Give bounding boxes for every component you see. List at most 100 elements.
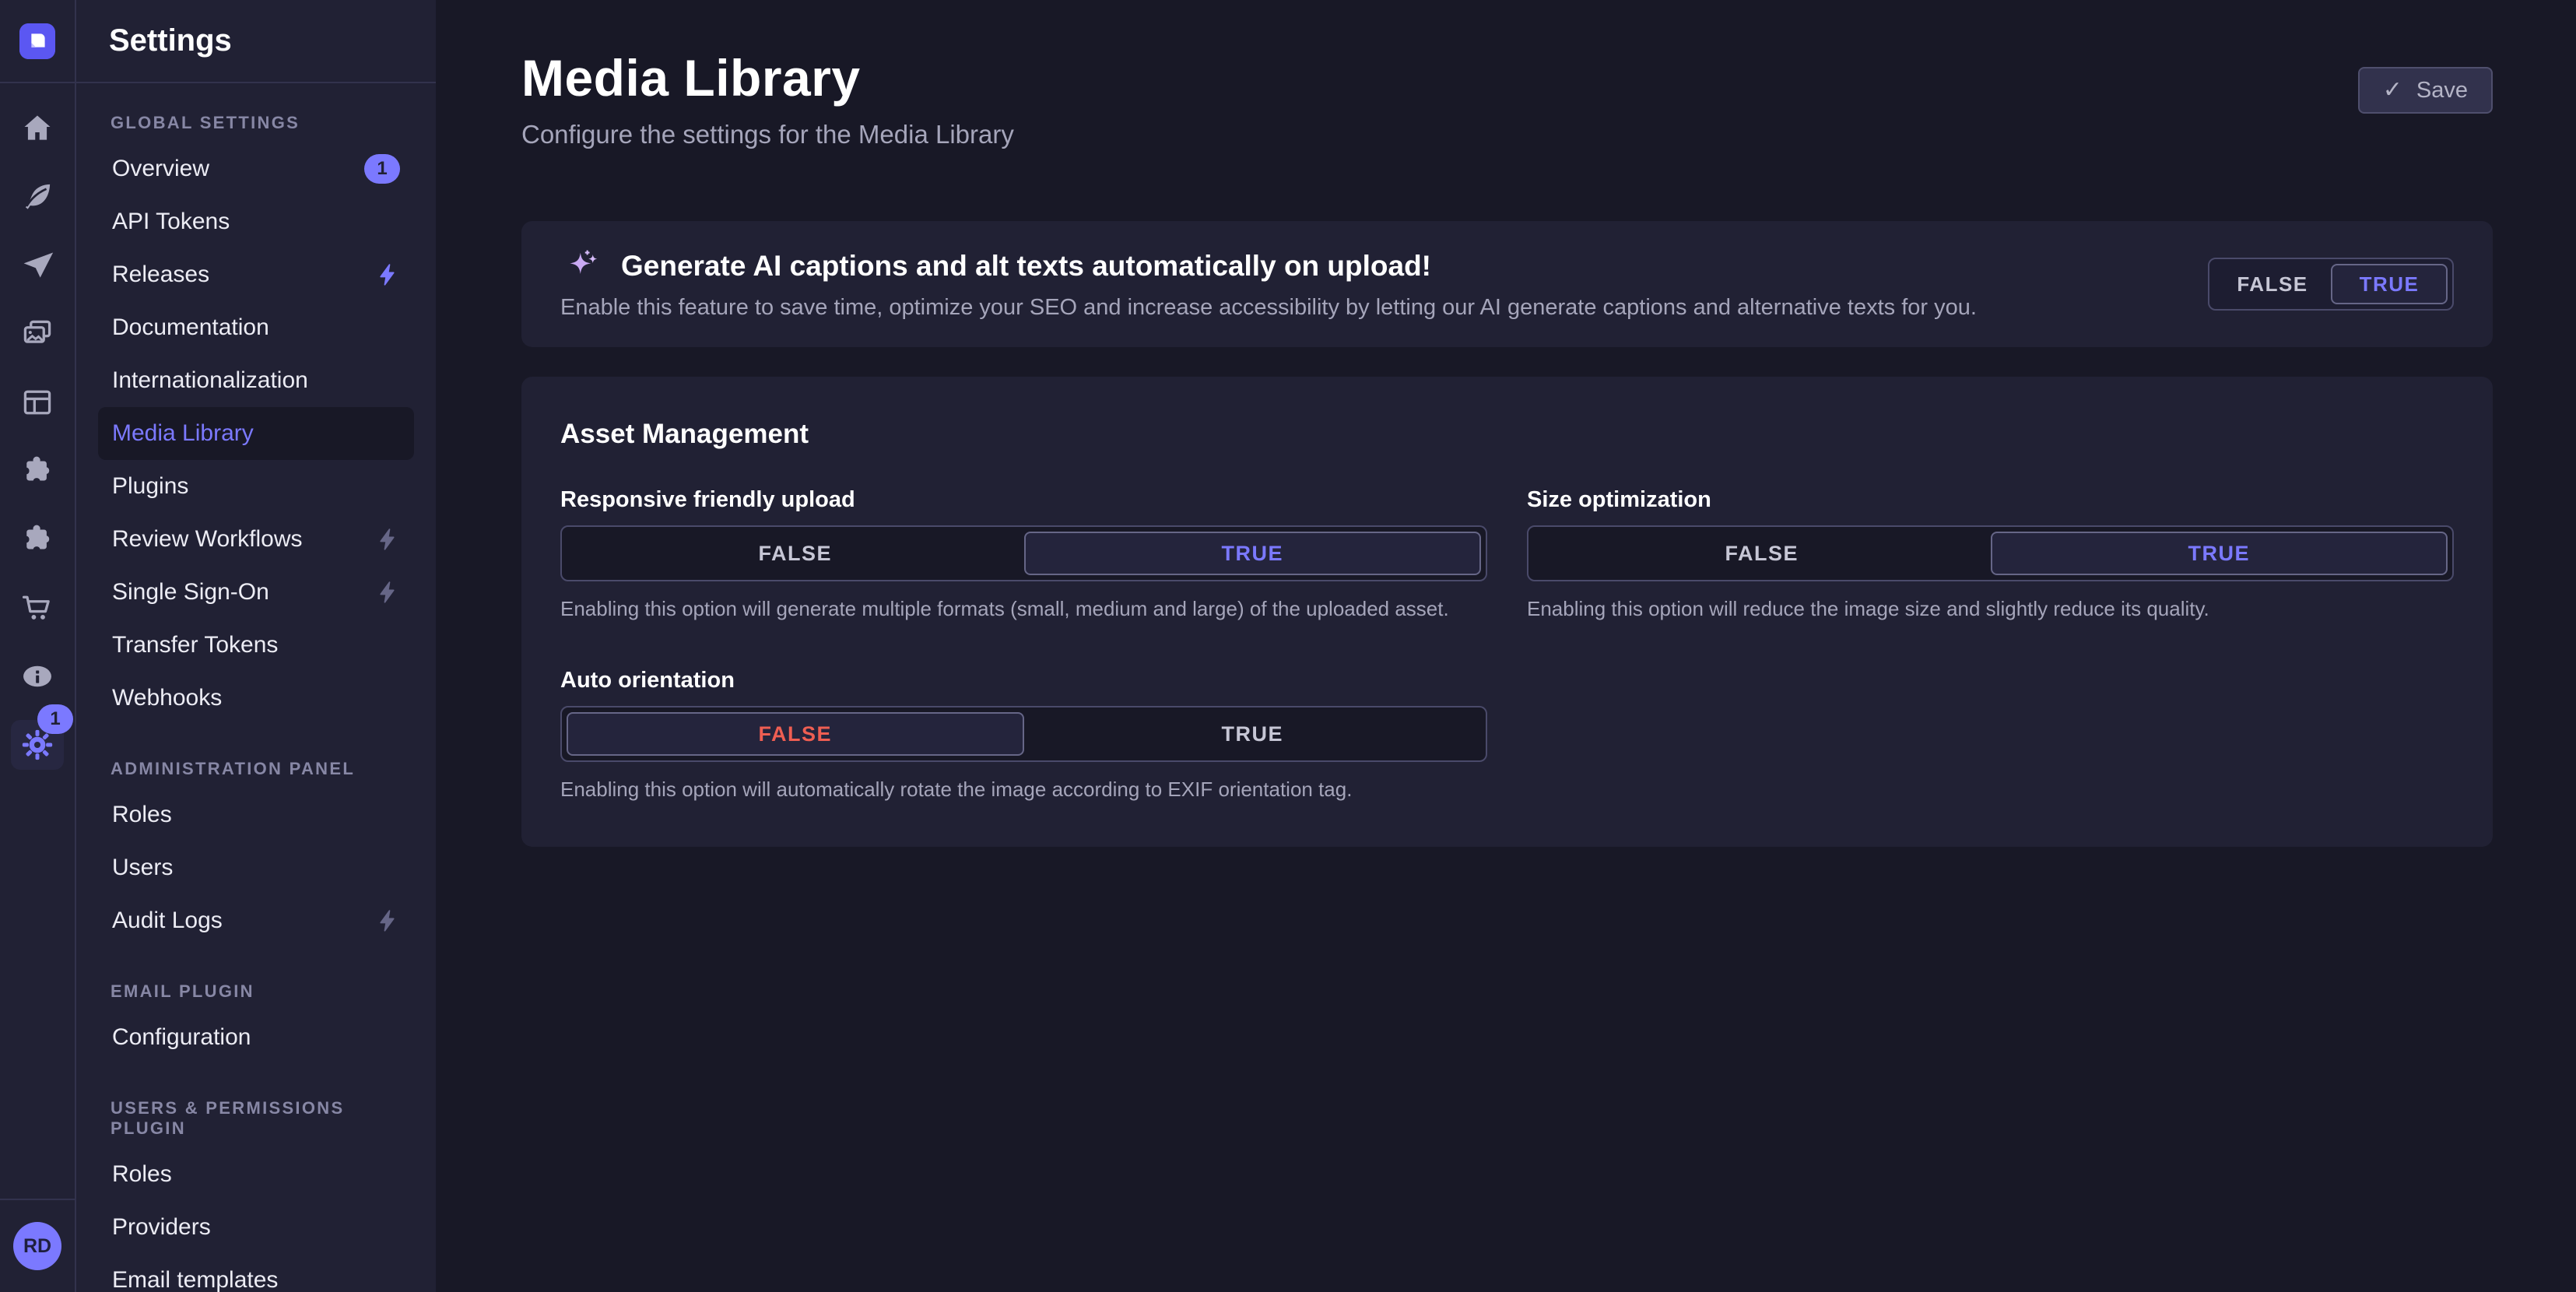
banner-title: Generate AI captions and alt texts autom… xyxy=(621,250,1431,283)
lightning-bolt-icon xyxy=(375,580,400,605)
sidebar-item-label: Roles xyxy=(112,802,400,828)
sidebar-item-roles[interactable]: Roles xyxy=(98,1148,414,1201)
asset-management-panel: Asset Management Responsive friendly upl… xyxy=(521,377,2493,847)
plugin-puzzle-alt-icon[interactable] xyxy=(0,505,75,574)
sidebar-item-users[interactable]: Users xyxy=(98,841,414,894)
page-header: Media Library Configure the settings for… xyxy=(521,48,2493,149)
sidebar-item-api-tokens[interactable]: API Tokens xyxy=(98,195,414,248)
toggle-option-true[interactable]: TRUE xyxy=(1991,532,2448,575)
boolean-toggle: FALSETRUE xyxy=(560,706,1487,762)
sidebar-item-label: Internationalization xyxy=(112,367,400,394)
sidebar-item-webhooks[interactable]: Webhooks xyxy=(98,672,414,725)
save-button-label: Save xyxy=(2416,78,2468,104)
sidebar-item-email-templates[interactable]: Email templates xyxy=(98,1254,414,1292)
sidebar-item-label: Users xyxy=(112,855,400,881)
settings-sidebar: Settings GLOBAL SETTINGSOverview1API Tok… xyxy=(76,0,436,1292)
lightning-bolt-icon xyxy=(375,908,400,933)
toggle-option-false[interactable]: FALSE xyxy=(1533,532,1991,575)
toggle-option-false[interactable]: FALSE xyxy=(567,712,1024,756)
boolean-toggle: FALSETRUE xyxy=(1527,525,2454,581)
rail-bottom: RD xyxy=(0,1199,75,1292)
sidebar-section: EMAIL PLUGIN Configuration xyxy=(98,981,414,1064)
toggle-option-false[interactable]: FALSE xyxy=(567,532,1024,575)
field-label: Auto orientation xyxy=(560,668,1487,693)
toggle-option-true[interactable]: TRUE xyxy=(1024,712,1482,756)
lightning-bolt-icon xyxy=(375,262,400,287)
notification-badge: 1 xyxy=(364,154,400,184)
ai-captions-toggle: FALSE TRUE xyxy=(2208,258,2454,311)
sidebar-item-transfer-tokens[interactable]: Transfer Tokens xyxy=(98,619,414,672)
settings-notification-badge: 1 xyxy=(37,704,73,734)
rail-icon-list: 1 xyxy=(0,83,75,779)
toggle-option-true[interactable]: TRUE xyxy=(1024,532,1482,575)
banner-description: Enable this feature to save time, optimi… xyxy=(560,295,1977,321)
rail-header xyxy=(0,0,75,83)
content-feather-icon[interactable] xyxy=(0,163,75,231)
sidebar-item-single-sign-on[interactable]: Single Sign-On xyxy=(98,566,414,619)
sidebar-section: USERS & PERMISSIONS PLUGIN Roles Providers… xyxy=(98,1098,414,1292)
check-icon: ✓ xyxy=(2383,79,2402,102)
settings-gear-slot: 1 xyxy=(0,711,75,779)
icon-rail: 1 RD xyxy=(0,0,76,1292)
paper-plane-icon[interactable] xyxy=(0,231,75,300)
home-icon[interactable] xyxy=(0,94,75,163)
page-subtitle: Configure the settings for the Media Lib… xyxy=(521,120,1014,149)
banner-text: Generate AI captions and alt texts autom… xyxy=(560,248,1977,321)
sidebar-item-releases[interactable]: Releases xyxy=(98,248,414,301)
sidebar-item-label: Audit Logs xyxy=(112,908,375,934)
setting-field-responsive-friendly-upload: Responsive friendly uploadFALSETRUEEnabl… xyxy=(560,487,1487,621)
sidebar-item-roles[interactable]: Roles xyxy=(98,788,414,841)
asset-fields: Responsive friendly uploadFALSETRUEEnabl… xyxy=(560,487,2454,802)
content-type-layout-icon[interactable] xyxy=(0,368,75,437)
sidebar-item-label: Providers xyxy=(112,1214,400,1241)
toggle-option-true[interactable]: TRUE xyxy=(2331,264,2448,304)
sidebar-item-plugins[interactable]: Plugins xyxy=(98,460,414,513)
sidebar-section: GLOBAL SETTINGSOverview1API TokensReleas… xyxy=(98,113,414,725)
settings-gear-icon[interactable]: 1 xyxy=(11,720,64,770)
sidebar-item-label: Transfer Tokens xyxy=(112,632,400,658)
sidebar-section: ADMINISTRATION PANEL Roles Users Audit Logs xyxy=(98,759,414,947)
media-images-icon[interactable] xyxy=(0,300,75,368)
toggle-option-false[interactable]: FALSE xyxy=(2214,264,2331,304)
app-root: 1 RD Settings GLOBAL SETTINGSOverview1AP… xyxy=(0,0,2576,1292)
sidebar-section-heading: USERS & PERMISSIONS PLUGIN xyxy=(98,1098,414,1139)
sidebar-nav: GLOBAL SETTINGSOverview1API TokensReleas… xyxy=(76,83,436,1292)
sidebar-header: Settings xyxy=(76,0,436,83)
field-description: Enabling this option will automatically … xyxy=(560,778,1487,802)
user-avatar[interactable]: RD xyxy=(13,1222,61,1270)
plugin-puzzle-icon[interactable] xyxy=(0,437,75,505)
main-content: Media Library Configure the settings for… xyxy=(436,0,2576,1292)
field-description: Enabling this option will reduce the ima… xyxy=(1527,597,2454,621)
save-button[interactable]: ✓ Save xyxy=(2358,67,2493,114)
sidebar-item-label: Configuration xyxy=(112,1024,400,1051)
sidebar-item-documentation[interactable]: Documentation xyxy=(98,301,414,354)
asset-management-title: Asset Management xyxy=(560,419,2454,450)
sidebar-item-label: API Tokens xyxy=(112,209,400,235)
boolean-toggle: FALSETRUE xyxy=(560,525,1487,581)
marketplace-cart-icon[interactable] xyxy=(0,574,75,642)
sidebar-item-internationalization[interactable]: Internationalization xyxy=(98,354,414,407)
field-label: Responsive friendly upload xyxy=(560,487,1487,513)
sidebar-section-heading: ADMINISTRATION PANEL xyxy=(98,759,414,779)
strapi-logo-icon[interactable] xyxy=(19,23,55,59)
sidebar-item-overview[interactable]: Overview1 xyxy=(98,142,414,195)
info-icon[interactable] xyxy=(0,642,75,711)
sidebar-item-label: Review Workflows xyxy=(112,526,375,553)
sidebar-item-configuration[interactable]: Configuration xyxy=(98,1011,414,1064)
page-header-text: Media Library Configure the settings for… xyxy=(521,48,1014,149)
sidebar-item-label: Documentation xyxy=(112,314,400,341)
sidebar-item-label: Webhooks xyxy=(112,685,400,711)
sidebar-item-audit-logs[interactable]: Audit Logs xyxy=(98,894,414,947)
sidebar-item-media-library[interactable]: Media Library xyxy=(98,407,414,460)
page-title: Media Library xyxy=(521,48,1014,107)
sidebar-item-label: Releases xyxy=(112,262,375,288)
sidebar-item-label: Single Sign-On xyxy=(112,579,375,606)
sidebar-section-heading: EMAIL PLUGIN xyxy=(98,981,414,1002)
field-label: Size optimization xyxy=(1527,487,2454,513)
sidebar-item-label: Roles xyxy=(112,1161,400,1188)
sidebar-item-review-workflows[interactable]: Review Workflows xyxy=(98,513,414,566)
sidebar-item-label: Media Library xyxy=(112,420,400,447)
sidebar-title: Settings xyxy=(109,23,232,58)
setting-field-auto-orientation: Auto orientation FALSETRUE Enabling this o… xyxy=(560,668,1487,802)
sidebar-item-providers[interactable]: Providers xyxy=(98,1201,414,1254)
